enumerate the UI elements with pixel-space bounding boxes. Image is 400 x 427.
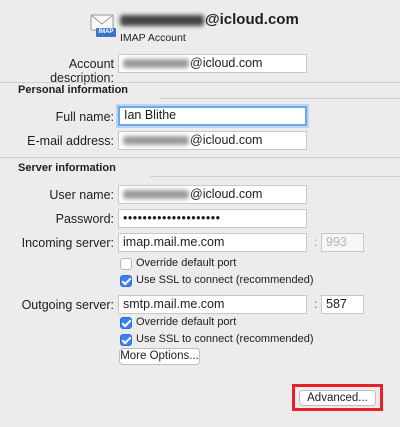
outgoing-server-field[interactable]: smtp.mail.me.com — [118, 295, 307, 314]
incoming-ssl-label: Use SSL to connect (recommended) — [136, 274, 314, 286]
full-name-field[interactable]: Ian Blithe — [118, 106, 307, 126]
password-label: Password: — [55, 212, 114, 226]
incoming-override-port-checkbox[interactable] — [120, 258, 132, 270]
outgoing-override-port-label: Override default port — [136, 316, 237, 328]
advanced-button[interactable]: Advanced... — [299, 390, 376, 406]
password-field[interactable]: •••••••••••••••••••• — [118, 209, 307, 228]
outgoing-server-label: Outgoing server: — [21, 298, 114, 312]
email-address-field[interactable]: @icloud.com — [118, 131, 307, 150]
personal-info-heading: Personal information — [18, 84, 129, 96]
divider — [150, 176, 400, 177]
incoming-port-field[interactable]: 993 — [321, 233, 364, 252]
divider — [0, 82, 400, 83]
outgoing-ssl-label: Use SSL to connect (recommended) — [136, 333, 314, 345]
email-address-label: E-mail address: — [27, 134, 114, 148]
port-separator: : — [314, 235, 318, 249]
account-description-label: Account description: — [50, 57, 114, 85]
imap-badge: IMAP — [96, 28, 116, 37]
port-separator: : — [314, 297, 318, 311]
incoming-server-label: Incoming server: — [21, 236, 114, 250]
incoming-override-port-label: Override default port — [136, 257, 237, 269]
full-name-label: Full name: — [55, 110, 114, 124]
account-email-title: @icloud.com — [120, 11, 299, 28]
server-info-heading: Server information — [18, 162, 116, 174]
redacted-text — [120, 14, 204, 26]
redacted-text — [123, 136, 189, 146]
divider — [160, 98, 400, 99]
redacted-text — [123, 59, 189, 69]
user-name-field[interactable]: @icloud.com — [118, 185, 307, 204]
user-name-label: User name: — [49, 188, 114, 202]
outgoing-override-port-checkbox[interactable] — [120, 317, 132, 329]
outgoing-ssl-checkbox[interactable] — [120, 334, 132, 346]
mail-icon: IMAP — [90, 13, 116, 37]
account-description-field[interactable]: @icloud.com — [118, 54, 307, 73]
redacted-text — [123, 190, 189, 200]
outgoing-port-field[interactable]: 587 — [321, 295, 364, 314]
incoming-server-field[interactable]: imap.mail.me.com — [118, 233, 307, 252]
account-type-label: IMAP Account — [120, 32, 186, 44]
divider — [0, 157, 400, 158]
advanced-highlight-box: Advanced... — [292, 384, 383, 411]
more-options-button[interactable]: More Options... — [119, 348, 200, 365]
incoming-ssl-checkbox[interactable] — [120, 275, 132, 287]
